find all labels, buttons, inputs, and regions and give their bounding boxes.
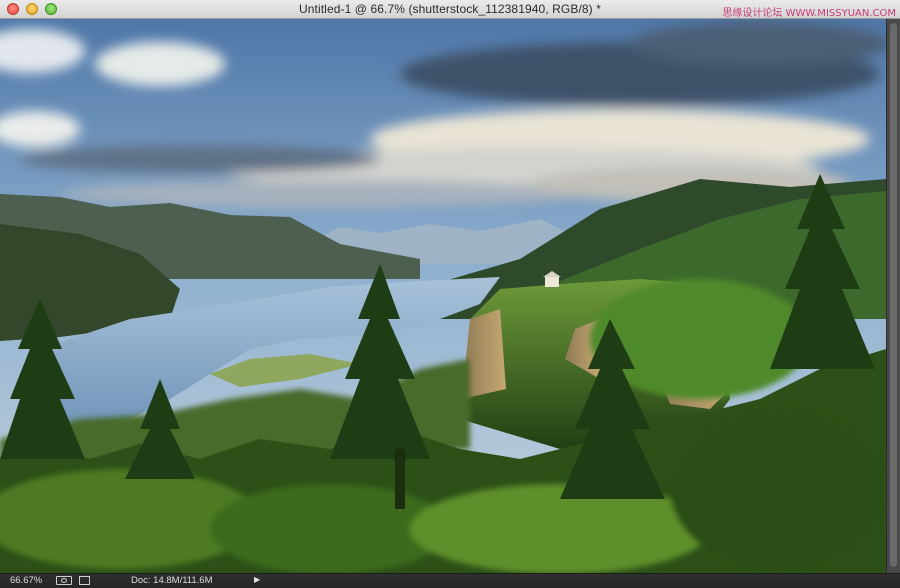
landscape-photo [0, 19, 886, 573]
status-bar: 66.67% Doc: 14.8M/111.6M ▶ [0, 573, 900, 588]
title-bar[interactable]: Untitled-1 @ 66.7% (shutterstock_1123819… [0, 0, 900, 19]
scrollbar-thumb[interactable] [890, 23, 897, 567]
document-canvas[interactable] [0, 19, 886, 573]
zoom-level[interactable]: 66.67% [10, 575, 42, 586]
info-menu-arrow-icon[interactable]: ▶ [254, 575, 260, 584]
vertical-scrollbar[interactable] [886, 19, 900, 573]
document-size-info: Doc: 14.8M/111.6M [131, 575, 213, 586]
site-watermark: 思缘设计论坛 WWW.MISSYUAN.COM [722, 8, 896, 19]
camera-icon[interactable] [56, 576, 72, 585]
share-icon[interactable] [79, 576, 90, 585]
